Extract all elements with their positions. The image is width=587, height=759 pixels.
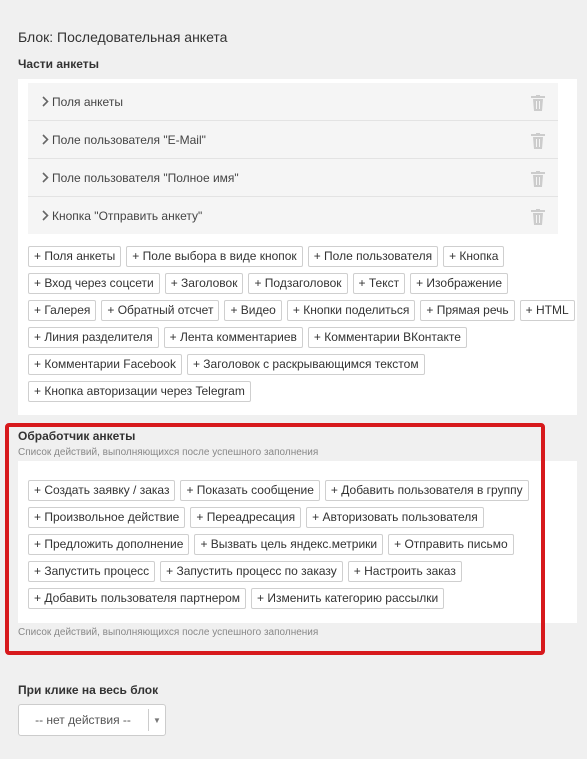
- caret-down-icon[interactable]: ▼: [148, 709, 165, 731]
- part-label: Поле пользователя "Полное имя": [52, 170, 239, 185]
- chevron-right-icon[interactable]: [42, 134, 50, 146]
- trash-icon[interactable]: [531, 95, 545, 111]
- add-user-field-button[interactable]: + Поле пользователя: [307, 246, 439, 267]
- add-part-buttons: + Поля анкеты + Поле выбора в виде кнопо…: [28, 246, 575, 408]
- add-button-button[interactable]: + Кнопка: [443, 246, 505, 267]
- add-html-button[interactable]: + HTML: [519, 300, 575, 321]
- add-part-row: + Комментарии Facebook + Заголовок с рас…: [28, 354, 568, 375]
- trash-icon[interactable]: [531, 133, 545, 149]
- add-heading-button[interactable]: + Заголовок: [164, 273, 244, 294]
- add-image-button[interactable]: + Изображение: [410, 273, 509, 294]
- add-subheading-button[interactable]: + Подзаголовок: [248, 273, 348, 294]
- add-button-choice-field-button[interactable]: + Поле выбора в виде кнопок: [126, 246, 303, 267]
- part-row[interactable]: Поле пользователя "Полное имя": [28, 159, 558, 197]
- add-part-row: + Вход через соцсети + Заголовок + Подза…: [28, 273, 568, 294]
- add-part-row: + Галерея + Обратный отсчет + Видео + Кн…: [28, 300, 575, 321]
- part-label: Поля анкеты: [52, 94, 123, 109]
- add-video-button[interactable]: + Видео: [224, 300, 282, 321]
- add-expandable-heading-button[interactable]: + Заголовок с раскрывающимся текстом: [186, 354, 425, 375]
- parts-section-title: Части анкеты: [18, 57, 99, 71]
- select-value: -- нет действия --: [35, 713, 131, 727]
- trash-icon[interactable]: [531, 171, 545, 187]
- add-divider-button[interactable]: + Линия разделителя: [28, 327, 159, 348]
- part-row[interactable]: Поля анкеты: [28, 83, 558, 121]
- trash-icon[interactable]: [531, 209, 545, 225]
- parts-list: Поля анкеты Поле пользователя "E-Mail" П…: [28, 83, 558, 234]
- add-share-buttons-button[interactable]: + Кнопки поделиться: [286, 300, 416, 321]
- add-text-button[interactable]: + Текст: [352, 273, 406, 294]
- add-vk-comments-button[interactable]: + Комментарии ВКонтакте: [307, 327, 467, 348]
- add-form-fields-button[interactable]: + Поля анкеты: [28, 246, 122, 267]
- part-label: Кнопка "Отправить анкету": [52, 208, 203, 223]
- add-facebook-comments-button[interactable]: + Комментарии Facebook: [28, 354, 182, 375]
- block-title: Блок: Последовательная анкета: [18, 29, 228, 45]
- part-label: Поле пользователя "E-Mail": [52, 132, 206, 147]
- chevron-right-icon[interactable]: [42, 210, 50, 222]
- highlight-frame: [5, 423, 545, 655]
- click-section-title: При клике на весь блок: [18, 683, 159, 697]
- add-quote-button[interactable]: + Прямая речь: [420, 300, 515, 321]
- click-action-select[interactable]: -- нет действия -- ▼: [18, 704, 166, 736]
- chevron-right-icon[interactable]: [42, 96, 50, 108]
- add-part-row: + Кнопка авторизации через Telegram: [28, 381, 568, 402]
- add-comment-feed-button[interactable]: + Лента комментариев: [163, 327, 303, 348]
- parts-panel: Поля анкеты Поле пользователя "E-Mail" П…: [18, 79, 577, 415]
- add-part-row: + Линия разделителя + Лента комментариев…: [28, 327, 568, 348]
- add-social-login-button[interactable]: + Вход через соцсети: [28, 273, 160, 294]
- part-row[interactable]: Кнопка "Отправить анкету": [28, 197, 558, 234]
- add-countdown-button[interactable]: + Обратный отсчет: [101, 300, 220, 321]
- add-part-row: + Поля анкеты + Поле выбора в виде кнопо…: [28, 246, 568, 267]
- chevron-right-icon[interactable]: [42, 172, 50, 184]
- add-gallery-button[interactable]: + Галерея: [28, 300, 97, 321]
- part-row[interactable]: Поле пользователя "E-Mail": [28, 121, 558, 159]
- add-telegram-login-button[interactable]: + Кнопка авторизации через Telegram: [28, 381, 251, 402]
